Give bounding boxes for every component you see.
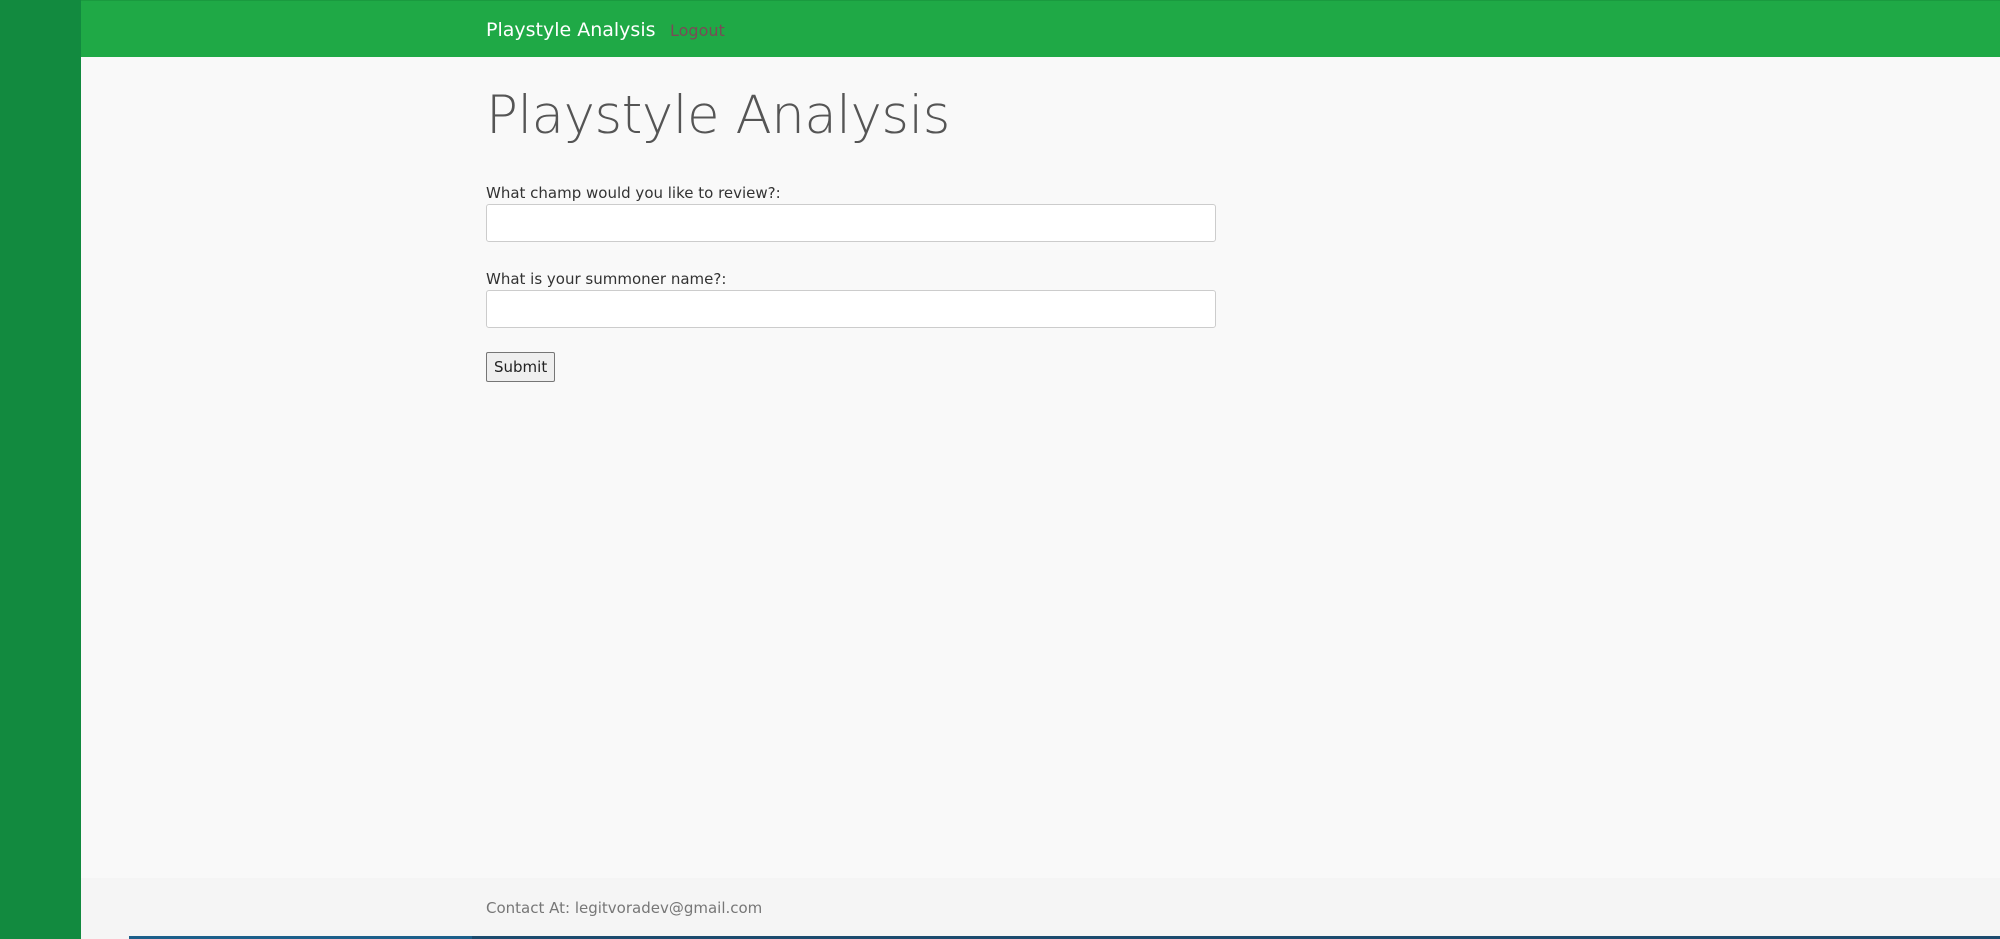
page-title: Playstyle Analysis (486, 85, 950, 146)
summoner-label: What is your summoner name?: (486, 270, 727, 288)
logout-link[interactable]: Logout (670, 21, 725, 40)
top-navbar: Playstyle Analysis Logout (81, 0, 2000, 57)
footer: Contact At: legitvoradev@gmail.com (81, 878, 2000, 939)
summoner-name-input[interactable] (486, 290, 1216, 328)
brand-link[interactable]: Playstyle Analysis (486, 19, 656, 41)
contact-text: Contact At: legitvoradev@gmail.com (486, 899, 763, 917)
left-side-bar (0, 0, 81, 939)
submit-button[interactable]: Submit (486, 352, 556, 382)
champ-input[interactable] (486, 204, 1216, 242)
champ-label: What champ would you like to review?: (486, 184, 781, 202)
